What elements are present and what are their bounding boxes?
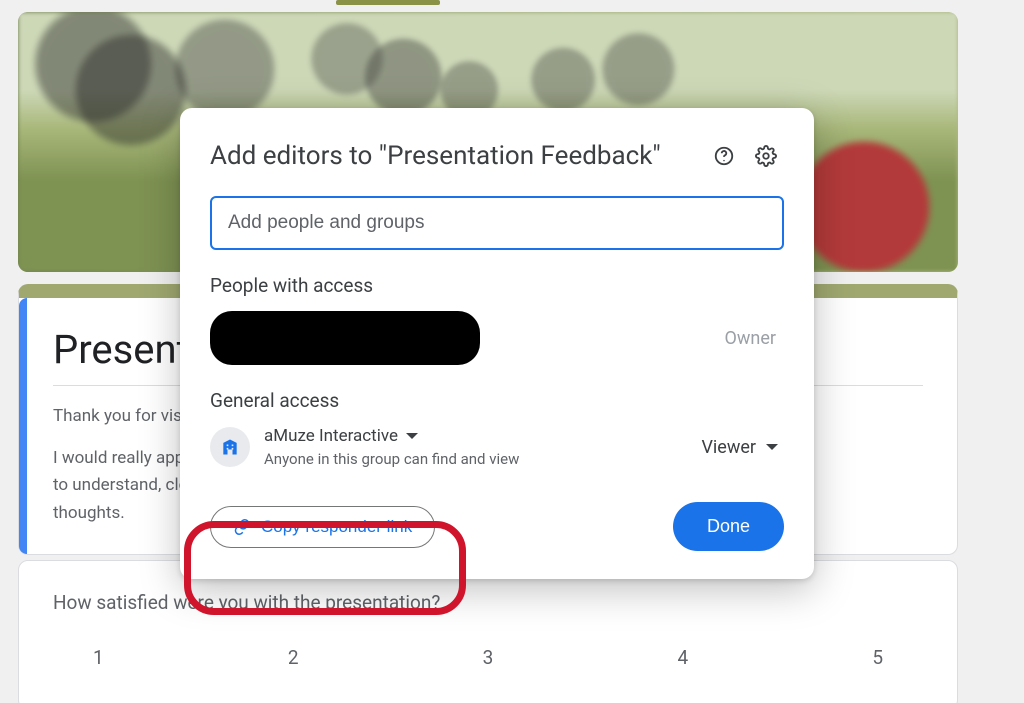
chevron-down-icon (406, 433, 418, 439)
share-dialog: Add editors to "Presentation Feedback" P… (180, 108, 814, 579)
linear-scale: 1 2 3 4 5 (53, 646, 923, 669)
question-title: How satisfied were you with the presenta… (53, 591, 923, 614)
scale-value[interactable]: 1 (93, 646, 104, 669)
owner-role-label: Owner (725, 328, 777, 349)
scale-value[interactable]: 2 (288, 646, 299, 669)
scale-value[interactable]: 5 (872, 646, 883, 669)
help-icon[interactable] (706, 138, 742, 174)
scale-value[interactable]: 4 (677, 646, 688, 669)
role-selector[interactable]: Viewer (701, 437, 778, 458)
scale-value[interactable]: 3 (483, 646, 494, 669)
question-card: How satisfied were you with the presenta… (18, 560, 958, 703)
copy-responder-link-button[interactable]: Copy responder link (210, 506, 435, 548)
access-scope-selector[interactable]: aMuze Interactive (264, 426, 701, 446)
gear-icon[interactable] (748, 138, 784, 174)
people-access-heading: People with access (210, 274, 784, 297)
general-access-heading: General access (210, 389, 784, 412)
owner-row: Owner (210, 311, 784, 365)
role-label: Viewer (701, 437, 756, 458)
active-tab-indicator (336, 0, 440, 5)
chevron-down-icon (766, 444, 778, 450)
active-card-accent (19, 298, 27, 554)
access-scope-sub: Anyone in this group can find and view (264, 450, 701, 468)
add-people-input[interactable] (210, 196, 784, 250)
building-icon (210, 427, 250, 467)
redacted-owner (210, 311, 480, 365)
access-scope-label: aMuze Interactive (264, 426, 398, 446)
dialog-title: Add editors to "Presentation Feedback" (210, 141, 706, 171)
done-button[interactable]: Done (673, 502, 784, 551)
copy-link-label: Copy responder link (261, 517, 412, 537)
